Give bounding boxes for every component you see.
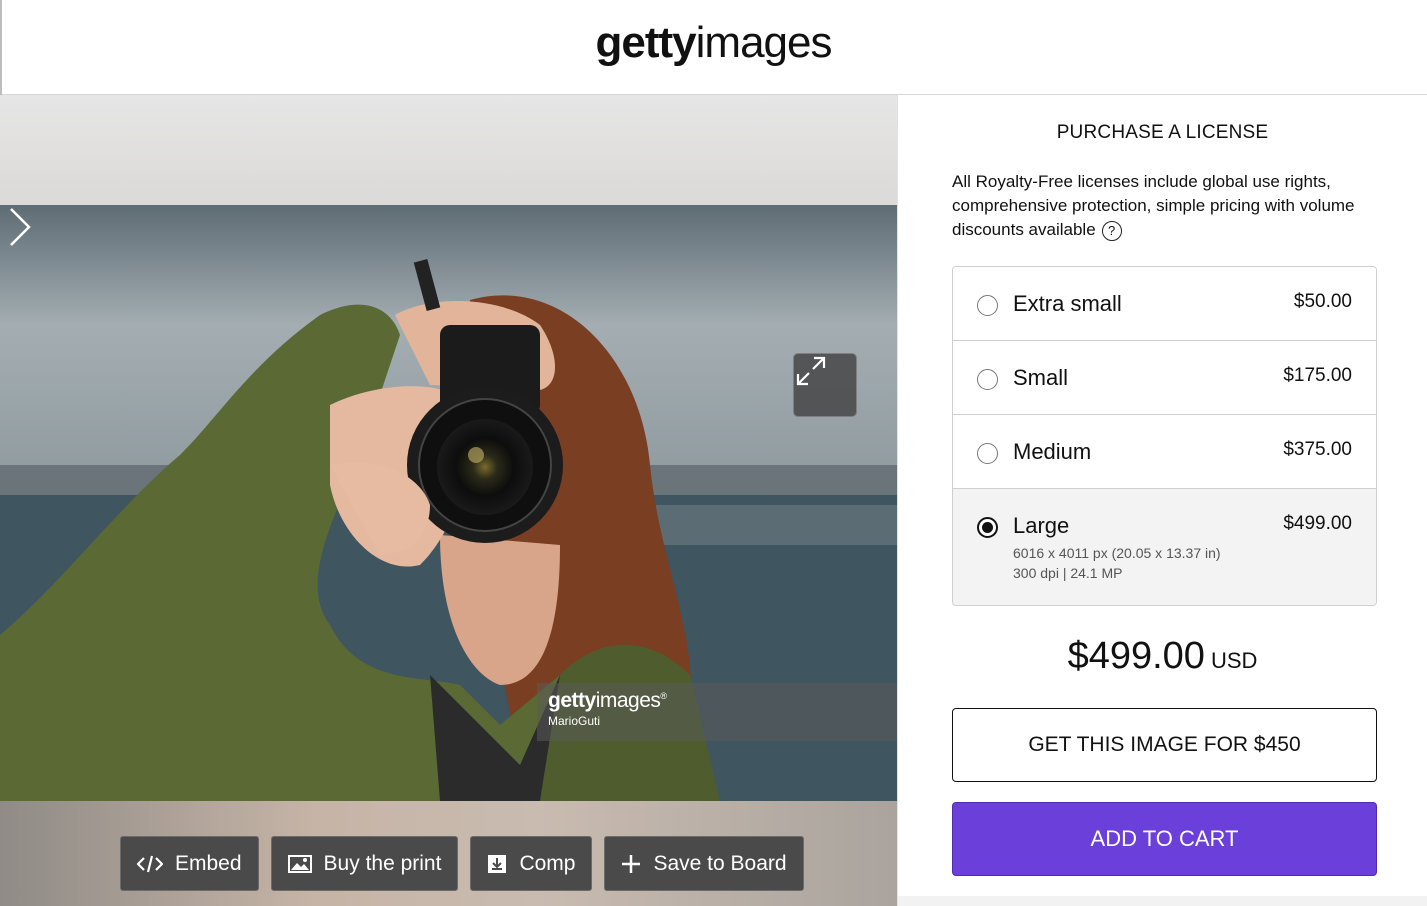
watermark-logo-light: images xyxy=(595,689,661,712)
license-description: All Royalty-Free licenses include global… xyxy=(952,170,1392,242)
getty-images-logo[interactable]: gettyimages xyxy=(0,18,1427,68)
option-price: $499.00 xyxy=(1283,513,1352,534)
photographer-credit: MarioGuti xyxy=(548,714,601,728)
help-icon[interactable]: ? xyxy=(1101,220,1122,241)
option-name: Large xyxy=(1013,513,1070,538)
option-price: $375.00 xyxy=(1283,439,1352,460)
license-title: PURCHASE A LICENSE xyxy=(1056,122,1269,143)
option-small[interactable]: Small $175.00 xyxy=(953,341,1376,415)
option-name: Small xyxy=(1013,365,1069,390)
radio-large[interactable] xyxy=(977,517,998,538)
watermark-logo: gettyimages® xyxy=(548,689,886,713)
next-image-arrow-icon[interactable] xyxy=(0,205,40,249)
option-resolution: 300 dpi | 24.1 MP xyxy=(1013,565,1123,581)
option-dimensions: 6016 x 4011 px (20.05 x 13.37 in) xyxy=(1013,545,1221,561)
option-name: Extra small xyxy=(1013,291,1122,316)
add-to-cart-button[interactable]: ADD TO CART xyxy=(952,802,1377,876)
total-currency: USD xyxy=(1210,648,1258,673)
license-size-options: Extra small $50.00 Small $175.00 Medium … xyxy=(952,266,1377,606)
total-amount: $499.00 xyxy=(1067,635,1205,677)
license-description-text: All Royalty-Free licenses include global… xyxy=(952,172,1355,239)
panel-footer-strip xyxy=(898,896,1427,906)
save-to-board-button[interactable]: Save to Board xyxy=(604,836,804,891)
option-price: $175.00 xyxy=(1283,365,1352,386)
comp-button[interactable]: Comp xyxy=(470,836,593,891)
comp-label: Comp xyxy=(519,851,576,875)
logo-bold-text: getty xyxy=(595,18,697,67)
getty-watermark: gettyimages® MarioGuti xyxy=(537,683,897,741)
main-photo[interactable]: gettyimages® MarioGuti 610259354 xyxy=(0,205,897,801)
buy-the-print-button[interactable]: Buy the print xyxy=(270,836,459,891)
buy-the-print-label: Buy the print xyxy=(323,851,442,875)
expand-fullscreen-button[interactable] xyxy=(793,353,857,417)
embed-label: Embed xyxy=(175,851,242,875)
option-large[interactable]: Large $499.00 6016 x 4011 px (20.05 x 13… xyxy=(953,489,1376,605)
option-price: $50.00 xyxy=(1293,291,1352,312)
total-price: $499.00 USD xyxy=(898,635,1427,678)
radio-medium[interactable] xyxy=(977,443,998,464)
site-header: gettyimages xyxy=(0,0,1427,906)
download-icon xyxy=(488,854,507,873)
image-actions-bar: Embed Buy the print Comp Save to Board xyxy=(120,836,804,891)
get-this-image-button[interactable]: GET THIS IMAGE FOR $450 xyxy=(952,708,1377,782)
image-viewer: gettyimages® MarioGuti 610259354 Embed B… xyxy=(0,95,897,906)
plus-icon xyxy=(622,854,641,873)
option-extra-small[interactable]: Extra small $50.00 xyxy=(953,267,1376,341)
option-medium[interactable]: Medium $375.00 xyxy=(953,415,1376,489)
watermark-logo-bold: getty xyxy=(548,689,596,712)
embed-button[interactable]: Embed xyxy=(120,836,259,891)
license-panel: PURCHASE A LICENSE All Royalty-Free lice… xyxy=(897,95,1427,906)
watermark-registered-mark: ® xyxy=(660,691,667,701)
expand-icon xyxy=(796,356,826,386)
embed-code-icon xyxy=(137,855,163,872)
option-name: Medium xyxy=(1013,439,1092,464)
radio-small[interactable] xyxy=(977,369,998,390)
picture-icon xyxy=(287,854,312,873)
radio-extra-small[interactable] xyxy=(977,295,998,316)
logo-light-text: images xyxy=(695,18,833,67)
save-to-board-label: Save to Board xyxy=(653,851,787,875)
